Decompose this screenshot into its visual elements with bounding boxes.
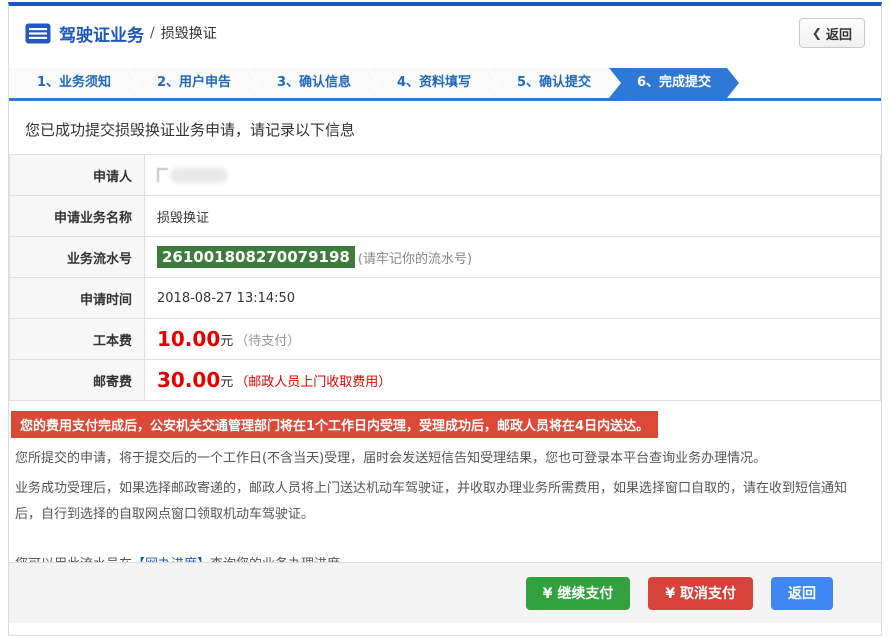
cancel-payment-button[interactable]: ¥ 取消支付 bbox=[648, 576, 753, 610]
row-label: 邮寄费 bbox=[10, 360, 145, 400]
tab-step-3[interactable]: 3、确认信息 bbox=[249, 68, 379, 98]
page-title: 驾驶证业务 bbox=[59, 25, 144, 46]
production-fee-amount: 10.00 bbox=[157, 327, 221, 351]
table-row-production-fee: 工本费 10.00 元 （待支付） bbox=[10, 319, 880, 360]
row-label: 申请业务名称 bbox=[10, 196, 145, 236]
chevron-left-icon: ❮ bbox=[811, 26, 822, 40]
return-button[interactable]: 返回 bbox=[771, 576, 833, 610]
apply-time-value: 2018-08-27 13:14:50 bbox=[157, 290, 296, 306]
tab-step-5[interactable]: 5、确认提交 bbox=[489, 68, 619, 98]
breadcrumb-current: 损毁换证 bbox=[160, 26, 217, 42]
table-row-apply-time: 申请时间 2018-08-27 13:14:50 bbox=[10, 278, 880, 319]
success-message: 您已成功提交损毁换证业务申请，请记录以下信息 bbox=[25, 121, 356, 139]
tab-step-4[interactable]: 4、资料填写 bbox=[369, 68, 499, 98]
table-row-business-name: 申请业务名称 损毁换证 bbox=[10, 196, 880, 237]
note-paragraph-1: 您所提交的申请，将于提交后的一个工作日(不含当天)受理，届时会发送短信告知受理结… bbox=[15, 451, 767, 466]
breadcrumb-separator: / bbox=[150, 25, 155, 41]
footer-bar: ¥ 继续支付 ¥ 取消支付 返回 bbox=[9, 562, 881, 623]
fee-unit: 元 bbox=[220, 333, 234, 349]
row-label: 申请人 bbox=[10, 155, 145, 195]
warning-banner: 您的费用支付完成后，公安机关交通管理部门将在1个工作日内受理，受理成功后，邮政人… bbox=[11, 411, 659, 438]
tab-step-2[interactable]: 2、用户申告 bbox=[129, 68, 259, 98]
business-name-value: 损毁换证 bbox=[157, 210, 210, 226]
back-button-label: 返回 bbox=[825, 27, 852, 43]
applicant-name-masked bbox=[157, 167, 228, 183]
table-row-applicant: 申请人 bbox=[10, 155, 880, 196]
table-row-serial: 业务流水号 261001808270079198 (请牢记你的流水号) bbox=[10, 237, 880, 278]
tab-step-6-active[interactable]: 6、完成提交 bbox=[609, 68, 739, 98]
step-tabs: 1、业务须知 2、用户申告 3、确认信息 4、资料填写 5、确认提交 6、完成提… bbox=[9, 68, 881, 101]
row-label: 业务流水号 bbox=[10, 237, 145, 277]
postage-fee-amount: 30.00 bbox=[157, 368, 221, 392]
note-paragraph-2: 业务成功受理后，如果选择邮政寄递的，邮政人员将上门送达机动车驾驶证，并收取办理业… bbox=[15, 481, 848, 522]
info-table: 申请人 申请业务名称 损毁换证 业务流水号 261001808270079198… bbox=[9, 154, 881, 401]
serial-note: (请牢记你的流水号) bbox=[357, 251, 473, 267]
row-label: 工本费 bbox=[10, 319, 145, 359]
back-button[interactable]: ❮ 返回 bbox=[798, 18, 865, 48]
continue-payment-button[interactable]: ¥ 继续支付 bbox=[525, 576, 631, 610]
tab-step-1[interactable]: 1、业务须知 bbox=[9, 68, 139, 98]
main-panel: 驾驶证业务 / 损毁换证 ❮ 返回 1、业务须知 2、用户申告 3、确认信息 4… bbox=[8, 2, 882, 636]
license-list-icon bbox=[25, 23, 51, 44]
postage-note: （邮政人员上门收取费用） bbox=[235, 374, 392, 390]
table-row-postage-fee: 邮寄费 30.00 元 （邮政人员上门收取费用） bbox=[10, 360, 880, 401]
serial-number-badge: 261001808270079198 bbox=[157, 246, 355, 268]
row-label: 申请时间 bbox=[10, 278, 145, 318]
page-header: 驾驶证业务 / 损毁换证 ❮ 返回 bbox=[9, 6, 881, 60]
fee-status-note: （待支付） bbox=[235, 333, 301, 349]
fee-unit: 元 bbox=[220, 374, 234, 390]
